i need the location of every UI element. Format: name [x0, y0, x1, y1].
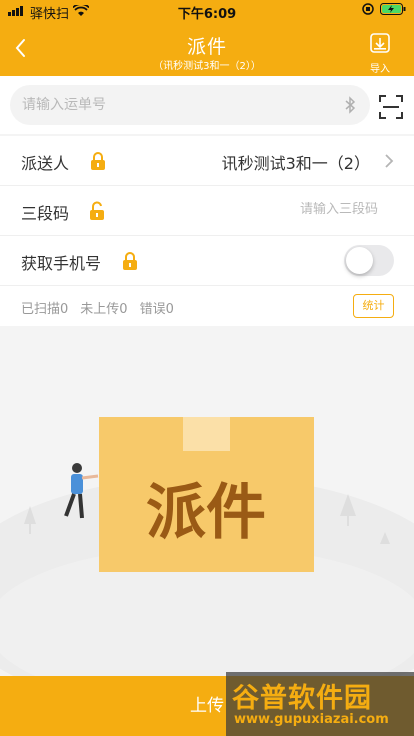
dispatch-form: 派送人 讯秒测试3和一（2） 三段码 获取手机号 已扫描0 未上传0 错误0 统… [0, 136, 414, 326]
phone-toggle[interactable] [344, 245, 394, 276]
statistics-button[interactable]: 统计 [353, 294, 394, 318]
unlock-icon[interactable] [89, 201, 105, 221]
waybill-input[interactable] [22, 85, 332, 125]
waybill-search-box [10, 85, 370, 125]
scanned-count: 已扫描0 [21, 302, 69, 317]
scan-bar [0, 76, 414, 134]
empty-illustration: 派件 [0, 326, 414, 676]
watermark: 谷普软件园 www.gupuxiazai.com [226, 672, 414, 736]
error-count: 错误0 [139, 302, 174, 317]
watermark-url: www.gupuxiazai.com [234, 712, 389, 727]
toggle-knob [346, 247, 373, 274]
lock-icon[interactable] [122, 251, 138, 271]
lock-icon[interactable] [90, 151, 106, 171]
phone-label: 获取手机号 [21, 254, 102, 273]
courier-row[interactable]: 派送人 讯秒测试3和一（2） [0, 136, 414, 186]
page-subtitle: （讯秒测试3和一（2）） [153, 61, 261, 72]
orientation-lock-icon [362, 3, 374, 19]
stats-row: 已扫描0 未上传0 错误0 统计 [0, 286, 414, 326]
import-icon [370, 33, 390, 53]
status-icons [362, 3, 406, 19]
parcel-illustration: 派件 [0, 417, 414, 676]
nav-bar: 派件 （讯秒测试3和一（2）） 导入 [0, 22, 414, 76]
import-label: 导入 [370, 64, 390, 75]
phone-row: 获取手机号 [0, 236, 414, 286]
scan-code-icon[interactable] [378, 94, 404, 120]
battery-icon [380, 3, 406, 19]
bluetooth-icon[interactable] [340, 95, 360, 115]
not-uploaded-count: 未上传0 [80, 302, 128, 317]
segment-code-label: 三段码 [21, 204, 70, 223]
segment-code-row: 三段码 [0, 186, 414, 236]
box-label: 派件 [146, 478, 266, 548]
segment-code-input[interactable] [218, 202, 378, 217]
courier-value: 讯秒测试3和一（2） [221, 154, 370, 173]
clock: 下午6:09 [177, 7, 237, 22]
status-bar: 驿快扫 下午6:09 [0, 0, 414, 22]
page-title: 派件 [186, 36, 227, 58]
scan-counts: 已扫描0 未上传0 错误0 [21, 298, 174, 317]
import-button[interactable]: 导入 [362, 32, 398, 75]
watermark-name: 谷普软件园 [232, 683, 372, 714]
chevron-right-icon [385, 154, 394, 168]
courier-label: 派送人 [21, 154, 70, 173]
